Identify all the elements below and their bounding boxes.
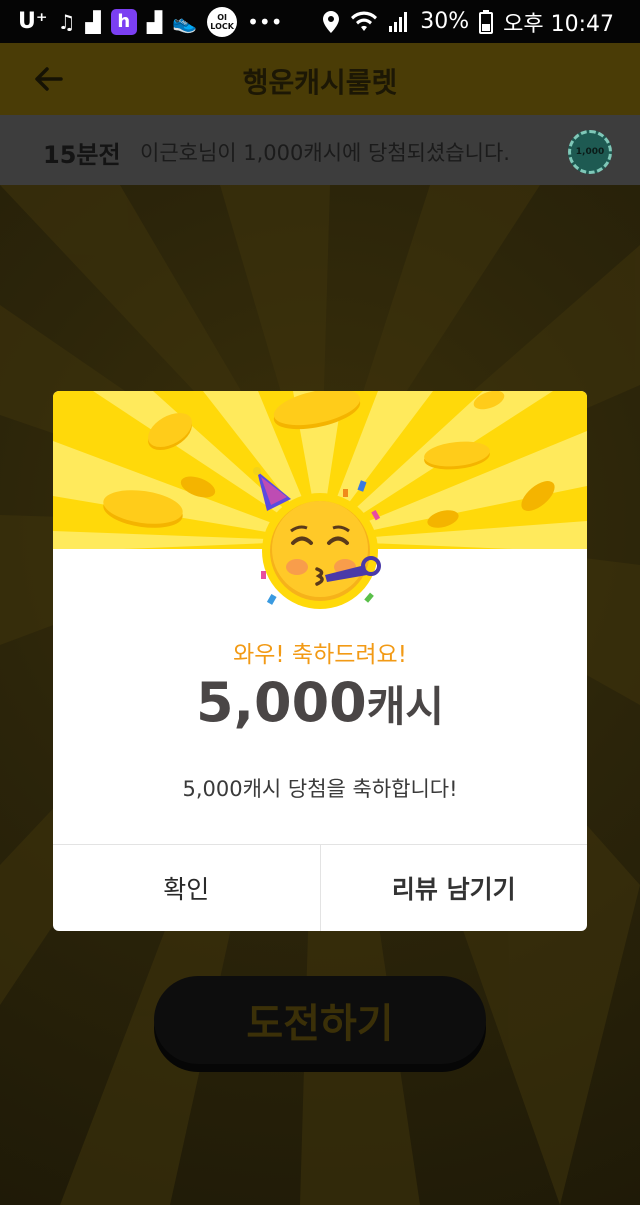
win-dialog: 와우! 축하드려요! 5,000캐시 5,000캐시 당첨을 축하합니다! 확인… [53,391,587,931]
carrier-label: U⁺ [18,9,48,34]
clock: 오후 10:47 [503,11,614,37]
more-icon: ••• [247,9,283,34]
status-bar-system: 30% 오후 10:47 [322,0,614,43]
lock-app-icon: OI LOCK [207,6,238,37]
coin-chip-icon: 1,000 [568,130,612,174]
status-bar-notifications: U⁺ ♫ ▟ h ▟ 👟 OI LOCK ••• [18,0,283,43]
music-icon: ♫ [57,9,76,34]
signal-icon [389,11,408,32]
stairs-icon: ▟ [85,9,101,34]
partying-face-icon [247,465,393,611]
confirm-button[interactable]: 확인 [53,845,320,931]
shoe-icon: 👟 [172,9,198,34]
app-bar: 행운캐시룰렛 [0,43,640,115]
battery-icon [479,9,494,34]
dialog-button-row: 확인 리뷰 남기기 [53,844,587,931]
h-app-icon: h [110,8,137,35]
prize-amount-unit: 캐시 [366,682,445,731]
leave-review-button[interactable]: 리뷰 남기기 [319,845,588,931]
page-title: 행운캐시룰렛 [242,66,398,99]
ticker-message: 이근호님이 1,000캐시에 당첨되셨습니다. [140,141,510,165]
location-icon [323,10,340,33]
prize-amount-number: 5,000 [195,671,367,734]
wifi-icon [351,10,378,31]
status-bar: U⁺ ♫ ▟ h ▟ 👟 OI LOCK ••• 30% 오후 10:47 [0,0,640,43]
prize-amount: 5,000캐시 [53,671,587,734]
congrats-text: 와우! 축하드려요! [233,642,407,668]
ticker-time: 15분전 [43,141,121,169]
winner-ticker: 15분전 이근호님이 1,000캐시에 당첨되셨습니다. [0,115,640,185]
battery-percent: 30% [420,9,470,34]
prize-description: 5,000캐시 당첨을 축하합니다! [182,777,458,801]
challenge-button[interactable]: 도전하기 [154,976,486,1064]
stairs-icon: ▟ [146,9,163,34]
